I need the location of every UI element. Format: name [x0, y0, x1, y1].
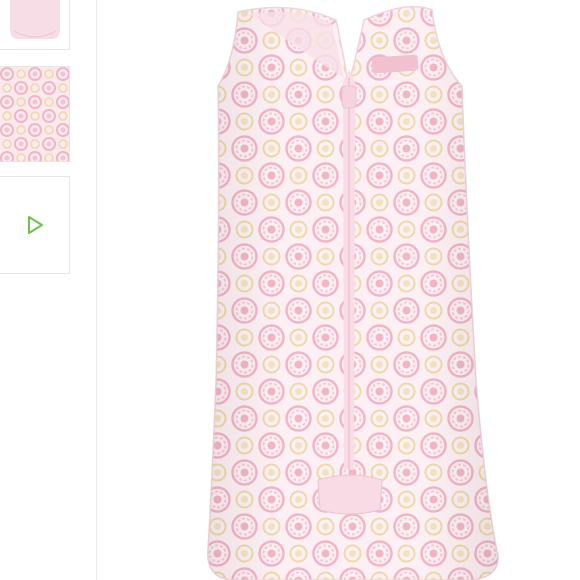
thumbnail-rail: [0, 0, 72, 580]
thumbnail-video[interactable]: [0, 176, 70, 274]
sleep-sack-thumbnail-icon: [0, 0, 69, 49]
gallery-divider: [96, 0, 97, 580]
fabric-pattern-thumbnail-icon: [0, 67, 69, 161]
pink-medallion-sleep-sack-icon: [206, 5, 499, 580]
product-main-image[interactable]: [150, 0, 540, 580]
play-video-icon: [27, 216, 43, 234]
thumbnail-sleep-sack[interactable]: [0, 0, 70, 50]
thumbnail-fabric-pattern[interactable]: [0, 66, 70, 162]
